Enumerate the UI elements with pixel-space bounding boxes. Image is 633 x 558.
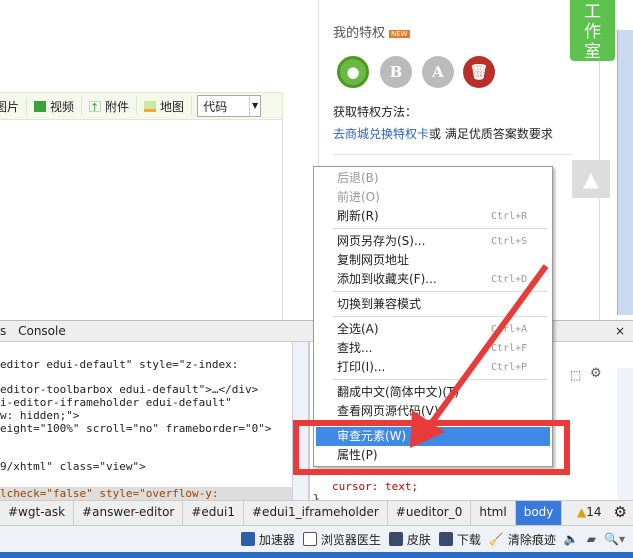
annotation-arrow — [410, 264, 549, 448]
arrow-shaft — [427, 264, 549, 427]
